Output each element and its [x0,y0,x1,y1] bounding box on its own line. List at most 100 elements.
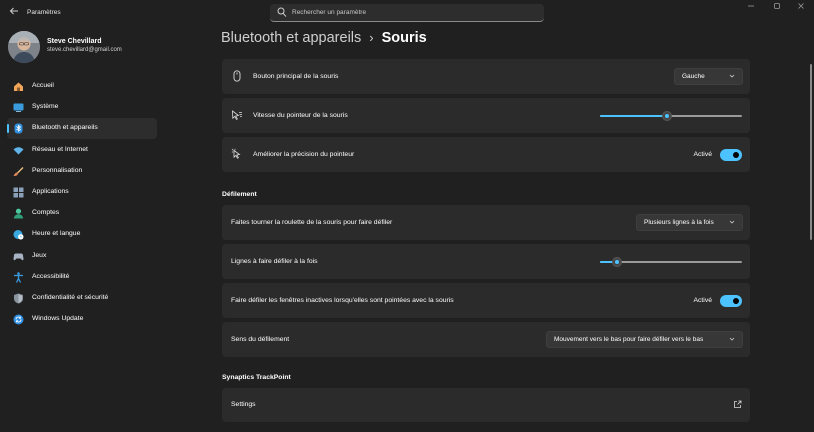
avatar [8,31,40,63]
sidebar-item-personnalisation[interactable]: Personnalisation [7,161,157,182]
sidebar-item-label: Windows Update [32,315,84,323]
back-arrow-icon[interactable] [7,6,21,20]
monitor-icon [13,102,24,113]
globe-clock-icon [13,229,24,240]
app-title: Paramètres [27,9,61,16]
breadcrumb-parent[interactable]: Bluetooth et appareils [221,30,361,46]
scroll-direction-label: Sens du défilement [231,336,290,343]
wheel-scroll-value: Plusieurs lignes à la fois [644,219,714,226]
section-title-trackpoint: Synaptics TrackPoint [222,374,291,381]
sidebar-item-label: Heure et langue [32,230,81,238]
primary-button-setting: Bouton principal de la souris Gauche [222,59,750,94]
sidebar-item-label: Confidentialité et sécurité [32,293,109,301]
update-icon [13,314,24,325]
sidebar-item-bluetooth[interactable]: Bluetooth et appareils [7,118,157,140]
mouse-icon [231,70,243,82]
sidebar-item-heure[interactable]: Heure et langue [7,224,157,245]
slider-fill [600,115,667,117]
user-profile[interactable]: Steve Chevillard steve.chevillard@gmail.… [8,31,208,63]
section-title-scrolling: Défilement [222,191,257,198]
inactive-scroll-toggle[interactable] [720,295,742,307]
wheel-scroll-dropdown[interactable]: Plusieurs lignes à la fois [636,214,743,231]
breadcrumb-separator: › [369,30,374,45]
pointer-precision-toggle[interactable] [720,149,742,161]
pointer-precision-setting: Améliorer la précision du pointeur Activ… [222,137,750,172]
page-title: Souris [381,30,427,46]
active-indicator [7,124,9,134]
shield-icon [13,293,24,304]
minimize-icon[interactable] [742,2,760,14]
person-icon [13,208,24,219]
lines-to-scroll-setting: Lignes à faire défiler à la fois [222,244,750,279]
apps-icon [13,187,24,198]
maximize-icon[interactable] [768,2,786,14]
title-bar: Paramètres [0,0,814,28]
breadcrumb: Bluetooth et appareils › Souris [221,30,427,52]
scroll-direction-setting: Sens du défilement Mouvement vers le bas… [222,322,750,357]
brush-icon [13,166,24,177]
inactive-scroll-toggle-group: Activé [662,295,742,307]
bluetooth-icon [13,123,24,134]
slider-thumb[interactable] [612,257,622,267]
sidebar-item-label: Réseau et Internet [32,145,88,153]
chevron-down-icon [728,72,736,80]
sidebar-item-confidentialite[interactable]: Confidentialité et sécurité [7,288,157,309]
search-icon [277,7,287,18]
chevron-down-icon [728,218,736,226]
precision-pointer-icon [231,148,243,160]
sidebar-item-label: Accueil [32,82,54,89]
toggle-knob [733,152,739,158]
sidebar-item-label: Comptes [32,209,60,217]
sidebar-item-label: Accessibilité [32,272,70,280]
gamepad-icon [13,251,24,262]
sidebar-item-applications[interactable]: Applications [7,182,157,203]
sidebar-item-comptes[interactable]: Comptes [7,203,157,224]
scrollbar[interactable] [810,64,812,240]
wheel-scroll-label: Faites tourner la roulette de la souris … [231,219,393,226]
sidebar-nav: Accueil Système Bluetooth et appareils R… [7,76,157,330]
sidebar-item-accessibilite[interactable]: Accessibilité [7,267,157,288]
sidebar-item-label: Applications [32,187,69,195]
close-icon[interactable] [792,2,810,14]
primary-button-value: Gauche [682,73,705,80]
toggle-state-label: Activé [693,151,712,158]
inactive-scroll-setting: Faire défiler les fenêtres inactives lor… [222,283,750,318]
search-input[interactable] [292,4,538,21]
scroll-direction-dropdown[interactable]: Mouvement vers le bas pour faire défiler… [546,331,743,348]
scroll-direction-value: Mouvement vers le bas pour faire défiler… [554,336,704,343]
primary-button-dropdown[interactable]: Gauche [674,68,743,85]
toggle-knob [733,298,739,304]
sidebar-item-label: Jeux [32,251,47,259]
sidebar-item-label: Bluetooth et appareils [32,124,98,132]
lines-to-scroll-slider[interactable] [600,256,742,268]
primary-button-label: Bouton principal de la souris [253,73,339,80]
pointer-precision-label: Améliorer la précision du pointeur [253,151,355,158]
home-icon [13,81,24,92]
pointer-speed-icon [231,109,243,121]
pointer-speed-setting: Vitesse du pointeur de la souris [222,98,750,133]
pointer-precision-toggle-group: Activé [662,149,742,161]
pointer-speed-label: Vitesse du pointeur de la souris [253,112,348,119]
wheel-scroll-setting: Faites tourner la roulette de la souris … [222,205,750,240]
open-external-icon [733,400,742,409]
slider-thumb[interactable] [662,111,672,121]
user-email: steve.chevillard@gmail.com [47,47,122,53]
sidebar-item-label: Personnalisation [32,166,83,174]
inactive-scroll-label: Faire défiler les fenêtres inactives lor… [231,297,454,304]
lines-to-scroll-label: Lignes à faire défiler à la fois [231,258,318,265]
chevron-down-icon [728,335,736,343]
trackpoint-settings-link[interactable]: Settings [222,388,750,422]
wifi-icon [13,145,24,156]
toggle-state-label: Activé [693,297,712,304]
pointer-speed-slider[interactable] [600,110,742,122]
trackpoint-settings-label: Settings [231,401,256,408]
search-box[interactable] [270,4,544,22]
accessibility-icon [13,271,24,283]
user-name: Steve Chevillard [47,38,102,45]
sidebar-item-jeux[interactable]: Jeux [7,246,157,267]
sidebar-item-label: Système [32,103,59,111]
sidebar-item-reseau[interactable]: Réseau et Internet [7,140,157,161]
sidebar-item-windows-update[interactable]: Windows Update [7,309,157,330]
sidebar-item-systeme[interactable]: Système [7,97,157,118]
sidebar-item-accueil[interactable]: Accueil [7,76,157,97]
